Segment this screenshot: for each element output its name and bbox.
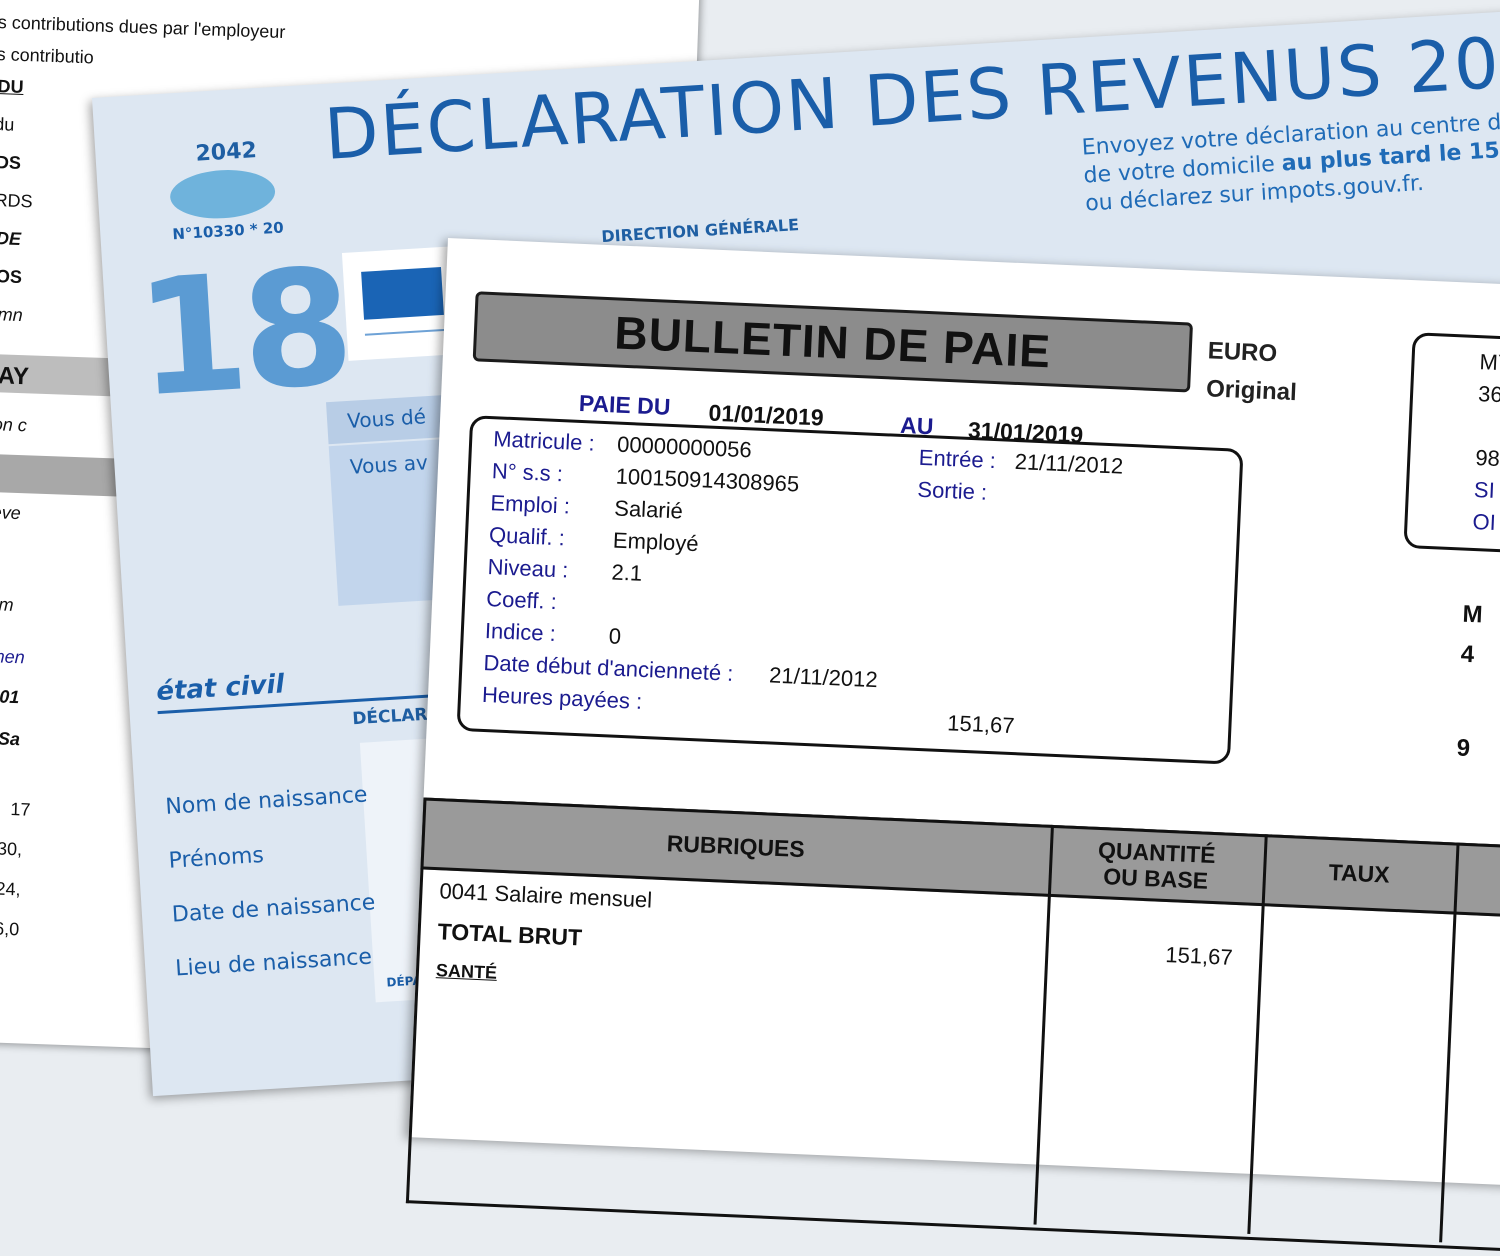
form-oval-badge bbox=[168, 167, 277, 222]
employer-line: MY bbox=[1479, 349, 1500, 376]
employer-line: 36 bbox=[1477, 381, 1500, 408]
back-line: ution c bbox=[0, 413, 28, 436]
emploi-label: Emploi : bbox=[489, 490, 571, 519]
form-number: 2042 bbox=[194, 138, 258, 167]
declarant-heading: DÉCLAR bbox=[351, 704, 429, 730]
back-line: 30, bbox=[0, 838, 23, 860]
employer-line: 9 bbox=[1456, 734, 1471, 763]
big-year-number: 18 bbox=[131, 233, 353, 433]
back-line: ÉDU bbox=[0, 75, 24, 97]
niveau-label: Niveau : bbox=[487, 554, 569, 583]
row-sante: SANTÉ bbox=[435, 960, 498, 983]
back-line: 6,0 bbox=[0, 918, 20, 940]
employer-line: M bbox=[1461, 600, 1484, 629]
copy-label: Original bbox=[1205, 375, 1298, 407]
emploi-value: Salarié bbox=[613, 495, 684, 524]
payslip-sheet: BULLETIN DE PAIE EURO Original PAIE DU 0… bbox=[405, 238, 1500, 1256]
vous-label-1: Vous dé bbox=[346, 404, 427, 434]
heures-value: 151,67 bbox=[946, 710, 1016, 739]
indice-value: 0 bbox=[608, 623, 622, 649]
back-line: PAY bbox=[0, 361, 30, 391]
niveau-value: 2.1 bbox=[611, 559, 643, 586]
sortie-label: Sortie : bbox=[916, 476, 988, 505]
employer-line: 98 bbox=[1474, 445, 1500, 472]
back-line: édu bbox=[0, 113, 15, 135]
back-line: RDS bbox=[0, 151, 22, 173]
etat-civil-heading: état civil bbox=[155, 669, 286, 708]
back-line: CRDS bbox=[0, 189, 33, 212]
back-line: 000 Sa bbox=[0, 727, 21, 750]
period-from-label: PAIE DU bbox=[578, 389, 672, 420]
back-line: glemen bbox=[0, 645, 26, 668]
back-line: IPOS bbox=[0, 265, 23, 288]
matricule-label: Matricule : bbox=[492, 426, 596, 456]
back-line: 01/201 bbox=[0, 685, 20, 708]
employer-line: 4 bbox=[1460, 640, 1475, 669]
employee-info-box bbox=[456, 415, 1244, 765]
employer-line: OI bbox=[1472, 508, 1497, 535]
direction-generale: DIRECTION GÉNÉRALE bbox=[600, 215, 800, 247]
vous-label-2: Vous av bbox=[349, 450, 429, 479]
first-names-label: Prénoms bbox=[167, 842, 265, 874]
back-line: e reve bbox=[0, 501, 22, 524]
row-quantite-value: 151,67 bbox=[1164, 941, 1234, 970]
employer-line: SI bbox=[1473, 477, 1496, 503]
back-line: nform bbox=[0, 593, 14, 615]
entree-label: Entrée : bbox=[918, 444, 997, 474]
indice-label: Indice : bbox=[484, 617, 557, 647]
back-line: es contributio bbox=[0, 43, 95, 68]
birth-name-label: Nom de naissance bbox=[164, 782, 369, 820]
back-line: demn bbox=[0, 303, 24, 326]
currency-label: EURO bbox=[1207, 337, 1278, 368]
anciennete-value: 21/11/2012 bbox=[768, 662, 879, 693]
coeff-label: Coeff. : bbox=[485, 586, 558, 615]
qualif-value: Employé bbox=[612, 527, 700, 557]
entree-value: 21/11/2012 bbox=[1014, 448, 1124, 479]
nss-label: N° s.s : bbox=[491, 458, 564, 487]
birth-place-label: Lieu de naissance bbox=[174, 944, 373, 982]
birth-date-label: Date de naissance bbox=[171, 890, 377, 928]
back-line: L DE bbox=[0, 228, 22, 249]
back-line: 24, bbox=[0, 878, 21, 900]
back-line: 17 bbox=[10, 798, 31, 820]
back-line: es contributions dues par l'employeur bbox=[0, 11, 286, 43]
qualif-label: Qualif. : bbox=[488, 522, 566, 551]
logo-fill bbox=[361, 267, 444, 320]
